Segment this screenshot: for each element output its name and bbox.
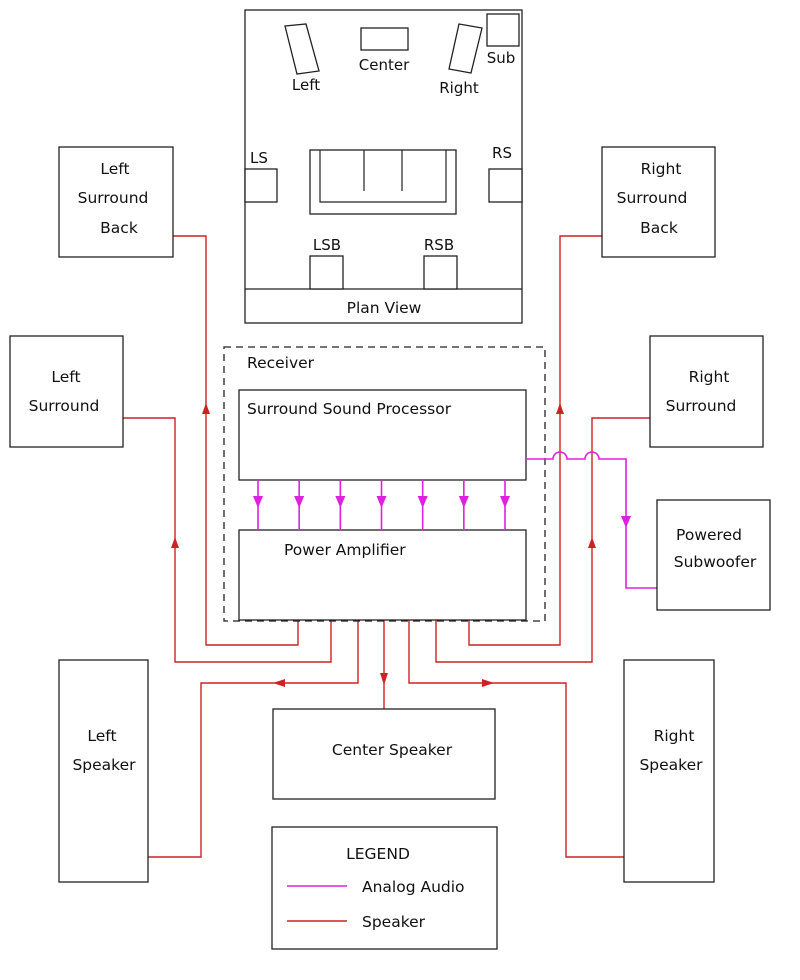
plan-view: Plan View Left Center Right Sub LS RS LS… xyxy=(244,9,523,324)
arrow-up-icon xyxy=(556,403,564,414)
left-surround-back-speaker: Left Surround Back xyxy=(58,146,174,258)
arrow-down-icon xyxy=(458,496,469,508)
plan-left-label: Left xyxy=(292,76,320,94)
label-line: Right xyxy=(689,368,730,386)
legend: LEGEND Analog Audio Speaker xyxy=(271,826,498,950)
arrow-down-icon xyxy=(621,516,631,528)
processor-label: Surround Sound Processor xyxy=(247,400,452,418)
left-surround-speaker: Left Surround xyxy=(9,335,124,448)
amplifier-label: Power Amplifier xyxy=(284,541,406,559)
label-line: Right xyxy=(654,727,695,745)
label-line: Surround xyxy=(617,189,688,207)
label-line: Left xyxy=(100,160,129,178)
home-theater-wiring-diagram: Plan View Left Center Right Sub LS RS LS… xyxy=(9,9,771,950)
plan-ls xyxy=(244,168,278,203)
powered-subwoofer: Powered Subwoofer xyxy=(656,499,771,611)
arrow-down-icon xyxy=(335,496,346,508)
label-line: Surround xyxy=(666,397,737,415)
plan-right-label: Right xyxy=(439,79,479,97)
label-line: Surround xyxy=(29,397,100,415)
arrow-down-icon xyxy=(500,496,510,508)
plan-rsb-label: RSB xyxy=(424,236,454,254)
plan-center-label: Center xyxy=(359,56,410,74)
arrow-up-icon xyxy=(202,403,210,414)
arrow-right-icon xyxy=(482,679,494,687)
right-surround-speaker: Right Surround xyxy=(649,335,764,448)
label-line: Left xyxy=(51,368,80,386)
legend-title: LEGEND xyxy=(346,845,410,863)
plan-rs-label: RS xyxy=(492,144,512,162)
receiver-label: Receiver xyxy=(247,354,315,372)
analog-channels xyxy=(253,480,510,530)
legend-label-speaker: Speaker xyxy=(362,913,426,931)
label-line: Speaker xyxy=(72,756,136,774)
label-line: Right xyxy=(641,160,682,178)
plan-rs xyxy=(488,168,523,203)
legend-label-analog-audio: Analog Audio xyxy=(362,878,465,896)
receiver: Receiver Surround Sound Processor Power … xyxy=(223,346,546,622)
right-surround-back-speaker: Right Surround Back xyxy=(601,146,716,258)
right-speaker: Right Speaker xyxy=(623,659,715,883)
label-line: Subwoofer xyxy=(674,553,757,571)
arrow-down-icon xyxy=(294,496,305,508)
plan-view-title: Plan View xyxy=(347,299,422,317)
arrow-left-icon xyxy=(273,679,285,687)
arrow-down-icon xyxy=(380,673,388,685)
plan-rsb xyxy=(423,255,458,290)
label-line: Left xyxy=(87,727,116,745)
label-line: Surround xyxy=(78,189,149,207)
label-line: Back xyxy=(640,219,678,237)
plan-center-speaker xyxy=(360,27,409,51)
arrow-down-icon xyxy=(253,496,263,508)
arrow-up-icon xyxy=(588,537,596,548)
label-line: Back xyxy=(100,219,138,237)
arrow-up-icon xyxy=(171,537,179,548)
plan-lsb xyxy=(309,255,344,290)
plan-sub-label: Sub xyxy=(487,49,516,67)
center-speaker: Center Speaker xyxy=(272,708,496,800)
left-speaker: Left Speaker xyxy=(58,659,149,883)
plan-lsb-label: LSB xyxy=(313,236,341,254)
arrow-down-icon xyxy=(376,496,387,508)
plan-ls-label: LS xyxy=(250,149,268,167)
label-line: Speaker xyxy=(639,756,703,774)
label-line: Powered xyxy=(676,526,742,544)
arrow-down-icon xyxy=(417,496,428,508)
plan-sub xyxy=(486,13,520,47)
label-line: Center Speaker xyxy=(332,741,453,759)
plan-sofa xyxy=(309,149,457,215)
